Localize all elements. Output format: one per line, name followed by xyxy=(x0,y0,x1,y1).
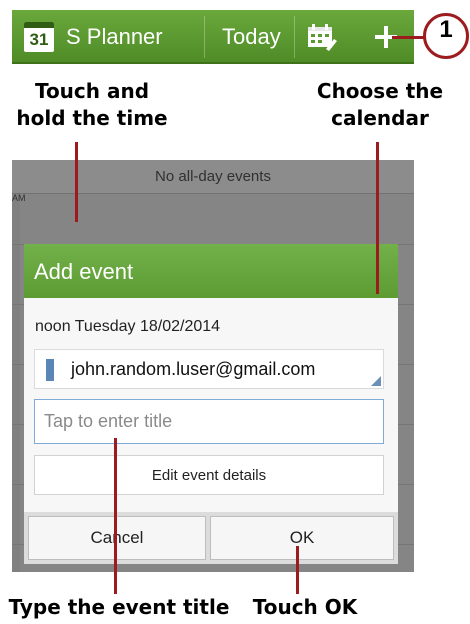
pointer-line-title xyxy=(114,438,117,594)
pointer-line-ok xyxy=(296,546,299,594)
divider xyxy=(204,16,205,58)
calendar-account: john.random.luser@gmail.com xyxy=(71,359,316,379)
annotation-touch-ok: Touch OK xyxy=(252,595,358,619)
divider xyxy=(294,16,295,58)
step-callout: 1 xyxy=(423,13,469,59)
dialog-button-bar: Cancel OK xyxy=(24,512,398,564)
dialog-title: Add event xyxy=(34,259,134,284)
action-bar: 31 S Planner Today xyxy=(12,10,414,64)
annotation-choose-calendar: Choose the calendar xyxy=(300,78,460,132)
calendar-icon-day: 31 xyxy=(29,30,49,49)
calendar-app-icon: 31 xyxy=(24,22,54,52)
annotation-line: hold the time xyxy=(16,106,168,130)
calendar-color-swatch xyxy=(46,359,54,381)
callout-line xyxy=(392,36,426,39)
dropdown-arrow-icon xyxy=(371,376,381,386)
today-button[interactable]: Today xyxy=(222,24,281,50)
event-title-input[interactable] xyxy=(34,399,384,444)
annotation-line: Choose the xyxy=(316,79,444,103)
annotation-line: Touch and xyxy=(34,79,150,103)
add-event-dialog: Add event noon Tuesday 18/02/2014 john.r… xyxy=(24,244,398,564)
calendar-view-icon[interactable] xyxy=(307,23,337,51)
app-title[interactable]: S Planner xyxy=(66,24,163,50)
edit-event-details-button[interactable]: Edit event details xyxy=(34,455,384,495)
cancel-button[interactable]: Cancel xyxy=(28,516,206,560)
dialog-header: Add event xyxy=(24,244,398,298)
ok-button[interactable]: OK xyxy=(210,516,394,560)
event-datetime[interactable]: noon Tuesday 18/02/2014 xyxy=(35,318,220,336)
annotation-line: calendar xyxy=(331,106,429,130)
pointer-line-time xyxy=(75,142,78,222)
annotation-type-title: Type the event title xyxy=(8,595,230,619)
calendar-select[interactable]: john.random.luser@gmail.com xyxy=(34,349,384,389)
pointer-line-calendar xyxy=(376,142,379,294)
annotation-touch-hold: Touch and hold the time xyxy=(2,78,182,132)
